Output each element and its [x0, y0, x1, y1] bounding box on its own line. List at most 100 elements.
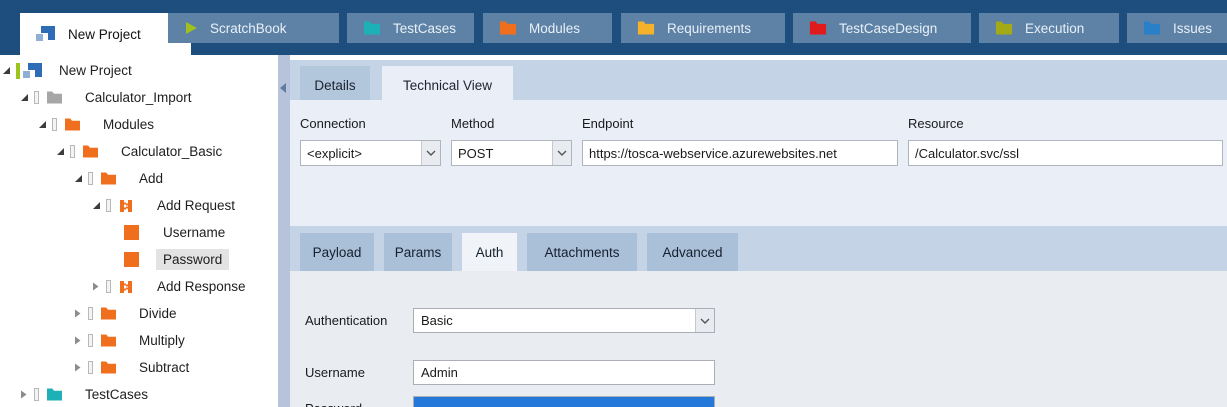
sub-tab-auth[interactable]: Auth — [462, 233, 517, 271]
method-label: Method — [451, 116, 494, 131]
method-value[interactable] — [452, 141, 552, 165]
sub-tab-label: Auth — [476, 245, 504, 260]
username-input[interactable] — [413, 360, 715, 385]
checkout-state-icon — [88, 334, 100, 347]
request-settings-section: Connection Method Endpoint Resource — [290, 100, 1227, 226]
folder-icon — [82, 145, 108, 158]
tree-item-new-project[interactable]: New Project — [0, 57, 278, 84]
tree-item-password[interactable]: Password — [0, 246, 278, 273]
authentication-select[interactable] — [413, 308, 715, 333]
tree-item-label: Modules — [96, 114, 161, 135]
tree-item-label: Add Response — [150, 276, 253, 297]
tree-item-modules[interactable]: Modules — [0, 111, 278, 138]
panel-splitter[interactable] — [278, 55, 290, 407]
sub-tab-advanced[interactable]: Advanced — [647, 233, 738, 271]
top-tab-requirements[interactable]: Requirements — [621, 13, 785, 43]
authentication-value[interactable] — [414, 309, 695, 332]
expand-icon[interactable] — [74, 336, 88, 345]
password-value[interactable] — [414, 397, 714, 407]
folder-icon — [499, 21, 517, 35]
top-tab-issues[interactable]: Issues — [1127, 13, 1227, 43]
folder-icon — [100, 307, 126, 320]
top-tab-label: TestCases — [393, 21, 456, 36]
tree-item-add-response[interactable]: Add Response — [0, 273, 278, 300]
folder-icon — [1143, 21, 1161, 35]
chevron-down-icon[interactable] — [421, 141, 440, 165]
top-tab-testcasedesign[interactable]: TestCaseDesign — [793, 13, 971, 43]
password-input[interactable] — [413, 396, 715, 407]
chevron-down-icon[interactable] — [552, 141, 571, 165]
sub-tab-label: Payload — [313, 245, 362, 260]
tosca-window: New Project ✕ ScratchBook TestCases Module… — [0, 0, 1227, 407]
auth-form: Authentication Username Password Pre-aut… — [290, 271, 1227, 407]
endpoint-input[interactable] — [582, 140, 898, 166]
tree-item-calculator-import[interactable]: Calculator_Import — [0, 84, 278, 111]
tree-item-divide[interactable]: Divide — [0, 300, 278, 327]
sub-tab-attachments[interactable]: Attachments — [527, 233, 637, 271]
checkout-state-icon — [88, 361, 100, 374]
collapse-icon[interactable] — [56, 147, 70, 156]
checkout-state-icon — [106, 280, 118, 293]
connection-label: Connection — [300, 116, 366, 131]
password-label: Password — [305, 401, 362, 407]
expand-icon[interactable] — [74, 309, 88, 318]
checkout-state-icon — [52, 118, 64, 131]
connection-select[interactable] — [300, 140, 441, 166]
checkout-state-icon — [88, 172, 100, 185]
top-tab-bar: New Project ✕ ScratchBook TestCases Module… — [0, 0, 1227, 55]
tree-item-add-request[interactable]: Add Request — [0, 192, 278, 219]
top-tab-label: TestCaseDesign — [839, 21, 937, 36]
folder-icon — [809, 21, 827, 35]
connection-value[interactable] — [301, 141, 421, 165]
top-tab-modules[interactable]: Modules — [483, 13, 612, 43]
tree-item-label: Username — [156, 222, 232, 243]
sub-tab-params[interactable]: Params — [384, 233, 452, 271]
folder-icon — [64, 118, 90, 131]
authentication-label: Authentication — [305, 313, 387, 328]
tree-item-username[interactable]: Username — [0, 219, 278, 246]
tree-item-subtract[interactable]: Subtract — [0, 354, 278, 381]
collapse-icon[interactable] — [92, 201, 106, 210]
username-value[interactable] — [414, 361, 714, 384]
collapse-left-icon[interactable] — [280, 83, 286, 93]
expand-icon[interactable] — [92, 282, 106, 291]
collapse-icon[interactable] — [20, 93, 34, 102]
top-tab-scratchbook[interactable]: ScratchBook — [168, 13, 339, 43]
top-tab-label: Issues — [1173, 21, 1212, 36]
view-tab-label: Details — [314, 78, 355, 93]
tree-item-add[interactable]: Add — [0, 165, 278, 192]
top-tab-execution[interactable]: Execution — [979, 13, 1119, 43]
top-tab-testcases[interactable]: TestCases — [347, 13, 474, 43]
collapse-icon[interactable] — [74, 174, 88, 183]
tosca-logo-icon — [16, 62, 46, 80]
top-tab-label: Modules — [529, 21, 580, 36]
folder-icon — [100, 172, 126, 185]
module-attribute-icon — [124, 252, 150, 267]
collapse-icon[interactable] — [38, 120, 52, 129]
request-sub-tab-strip: Payload Params Auth Attachments Advanced — [290, 226, 1227, 271]
expand-icon[interactable] — [20, 390, 34, 399]
tree-item-label: New Project — [52, 60, 139, 81]
resource-value[interactable] — [909, 141, 1222, 165]
expand-icon[interactable] — [74, 363, 88, 372]
tree-item-label: Add — [132, 168, 170, 189]
sub-tab-label: Attachments — [544, 245, 619, 260]
method-select[interactable] — [451, 140, 572, 166]
resource-input[interactable] — [908, 140, 1223, 166]
top-tab-label: Execution — [1025, 21, 1084, 36]
tree-item-label: Calculator_Basic — [114, 141, 229, 162]
tree-item-label: TestCases — [78, 384, 155, 405]
tree-item-multiply[interactable]: Multiply — [0, 327, 278, 354]
chevron-down-icon[interactable] — [695, 309, 714, 332]
collapse-icon[interactable] — [2, 66, 16, 75]
tree-item-calculator-basic[interactable]: Calculator_Basic — [0, 138, 278, 165]
sub-tab-payload[interactable]: Payload — [300, 233, 374, 271]
tree-item-testcases[interactable]: TestCases — [0, 381, 278, 407]
endpoint-value[interactable] — [583, 141, 897, 165]
module-icon — [118, 198, 144, 214]
top-tab-new-project[interactable]: New Project ✕ — [20, 13, 191, 55]
module-detail-panel: DetailsTechnical View Connection Method … — [290, 55, 1227, 407]
folder-icon — [100, 361, 126, 374]
top-tab-label: New Project — [68, 27, 141, 42]
top-tab-label: Requirements — [667, 21, 751, 36]
